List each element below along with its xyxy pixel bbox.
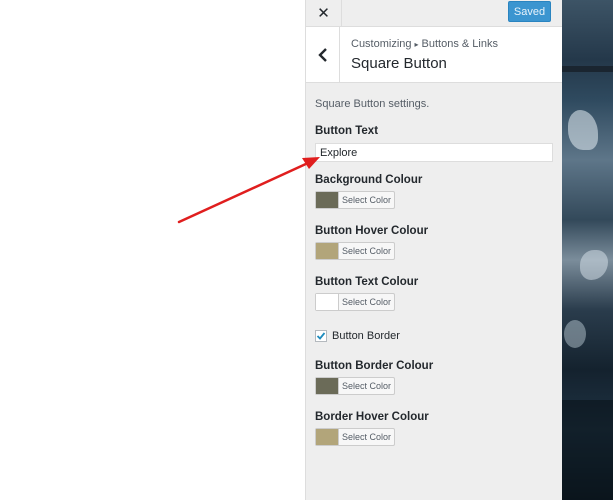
select-color-label: Select Color bbox=[341, 297, 392, 307]
breadcrumb-separator-icon: ▸ bbox=[414, 40, 419, 49]
button-text-input[interactable] bbox=[315, 143, 553, 162]
border-hover-colour-label: Border Hover Colour bbox=[315, 411, 429, 423]
border-hover-colour-picker[interactable]: Select Color bbox=[315, 428, 395, 446]
mountain-snow-patch bbox=[568, 110, 598, 150]
select-color-label: Select Color bbox=[341, 246, 392, 256]
close-icon: ✕ bbox=[317, 5, 330, 22]
section-header: Customizing ▸ Buttons & Links Square Butto… bbox=[306, 27, 562, 83]
button-border-checkbox[interactable] bbox=[315, 330, 327, 342]
breadcrumb: Customizing ▸ Buttons & Links bbox=[351, 38, 498, 50]
background-colour-picker[interactable]: Select Color bbox=[315, 191, 395, 209]
mountain-snow-patch bbox=[580, 250, 608, 280]
mountain-snow-patch bbox=[564, 320, 586, 348]
button-border-colour-label: Button Border Colour bbox=[315, 360, 434, 372]
button-hover-colour-swatch bbox=[316, 243, 339, 259]
button-border-label: Button Border bbox=[332, 330, 400, 342]
breadcrumb-child: Buttons & Links bbox=[421, 38, 498, 50]
customizer-panel: ✕ Saved Customizing ▸ Buttons & Links Squa… bbox=[305, 0, 562, 500]
empty-canvas bbox=[0, 0, 305, 500]
background-colour-label: Background Colour bbox=[315, 174, 423, 186]
site-preview-image bbox=[562, 0, 613, 500]
button-border-option: Button Border bbox=[315, 330, 400, 342]
button-border-colour-picker[interactable]: Select Color bbox=[315, 377, 395, 395]
forest-silhouette bbox=[562, 400, 613, 500]
button-hover-colour-picker[interactable]: Select Color bbox=[315, 242, 395, 260]
checkmark-icon bbox=[316, 332, 326, 340]
background-colour-swatch bbox=[316, 192, 339, 208]
button-text-colour-label: Button Text Colour bbox=[315, 276, 419, 288]
select-color-label: Select Color bbox=[341, 432, 392, 442]
button-text-colour-picker[interactable]: Select Color bbox=[315, 293, 395, 311]
breadcrumb-parent: Customizing bbox=[351, 38, 412, 50]
back-button[interactable] bbox=[306, 27, 340, 82]
customizer-topbar: ✕ Saved bbox=[306, 0, 562, 27]
chevron-left-icon bbox=[317, 47, 327, 62]
button-text-colour-swatch bbox=[316, 294, 339, 310]
button-hover-colour-label: Button Hover Colour bbox=[315, 225, 429, 237]
section-description: Square Button settings. bbox=[315, 98, 430, 110]
button-border-colour-swatch bbox=[316, 378, 339, 394]
preview-nav-band bbox=[562, 66, 613, 72]
saved-button[interactable]: Saved bbox=[508, 1, 551, 22]
button-text-label: Button Text bbox=[315, 125, 379, 137]
close-button[interactable]: ✕ bbox=[306, 0, 342, 26]
select-color-label: Select Color bbox=[341, 195, 392, 205]
border-hover-colour-swatch bbox=[316, 429, 339, 445]
page-title: Square Button bbox=[351, 55, 447, 72]
select-color-label: Select Color bbox=[341, 381, 392, 391]
